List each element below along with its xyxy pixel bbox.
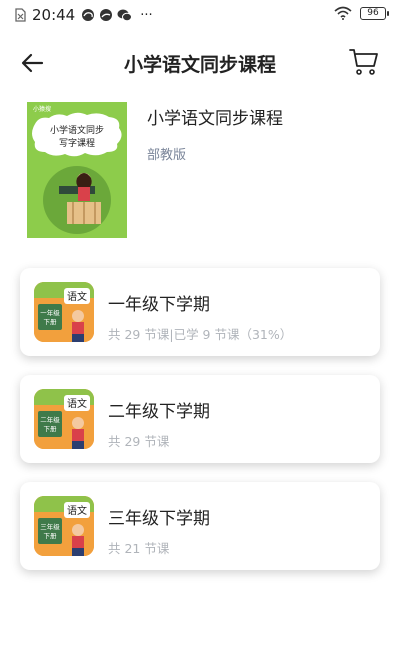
book-illustration: 小猿搜 小学语文同步 写字课程 (27, 102, 127, 238)
cover-line2: 写字课程 (59, 137, 95, 149)
term-name: 三年级下学期 (108, 509, 210, 529)
battery-indicator: 96 (360, 6, 389, 20)
thumb-label-line2: 下册 (44, 318, 58, 326)
term-thumb-illustration: 一年级 下册 语文 (34, 282, 94, 342)
term-thumb-illustration: 三年级 下册 语文 (34, 496, 94, 556)
cart-icon (349, 49, 378, 75)
sim-icon (15, 8, 26, 22)
cloud-icon (100, 9, 113, 21)
status-right: 96 (334, 6, 389, 20)
term-card-grade1[interactable]: 一年级 下册 语文 一年级下学期 共 29 节课|已学 9 节课（31%） (20, 268, 380, 356)
cart-button[interactable] (348, 46, 380, 78)
term-card-grade2[interactable]: 二年级 下册 语文 二年级下学期 共 29 节课 (20, 375, 380, 463)
thumb-tag: 语文 (67, 504, 87, 517)
term-thumbnail: 一年级 下册 语文 (34, 282, 94, 342)
status-bar: 20:44 ··· 96 (0, 0, 400, 32)
term-thumbnail: 二年级 下册 语文 (34, 389, 94, 449)
status-time: 20:44 (32, 6, 76, 24)
course-edition: 部教版 (147, 148, 187, 163)
term-progress: 共 29 节课|已学 9 节课（31%） (108, 327, 293, 342)
course-title: 小学语文同步课程 (147, 109, 283, 129)
thumb-label-line1: 一年级 (40, 308, 60, 317)
cover-line1: 小学语文同步 (50, 124, 104, 136)
cover-brand: 小猿搜 (33, 105, 51, 113)
term-progress: 共 29 节课 (108, 434, 170, 449)
cloud-icon (82, 9, 95, 21)
term-name: 一年级下学期 (108, 295, 210, 315)
more-notifications: ··· (140, 7, 153, 23)
thumb-label-line2: 下册 (44, 532, 58, 540)
thumb-tag: 语文 (67, 397, 87, 410)
top-nav: 小学语文同步课程 (0, 38, 400, 88)
term-name: 二年级下学期 (108, 402, 210, 422)
wifi-icon (334, 6, 352, 20)
term-card-grade3[interactable]: 三年级 下册 语文 三年级下学期 共 21 节课 (20, 482, 380, 570)
thumb-label-line2: 下册 (44, 425, 58, 433)
course-header: 小猿搜 小学语文同步 写字课程 小学语文同步课程 部教版 (27, 102, 387, 238)
thumb-label-line1: 二年级 (40, 415, 60, 424)
term-progress: 共 21 节课 (108, 541, 170, 556)
thumb-label-line1: 三年级 (40, 522, 60, 531)
thumb-tag: 语文 (67, 290, 87, 303)
term-thumbnail: 三年级 下册 语文 (34, 496, 94, 556)
term-thumb-illustration: 二年级 下册 语文 (34, 389, 94, 449)
page-title: 小学语文同步课程 (123, 54, 276, 76)
course-cover-image[interactable]: 小猿搜 小学语文同步 写字课程 (27, 102, 127, 238)
status-left: 20:44 ··· (14, 6, 153, 24)
wechat-icon (117, 9, 133, 22)
